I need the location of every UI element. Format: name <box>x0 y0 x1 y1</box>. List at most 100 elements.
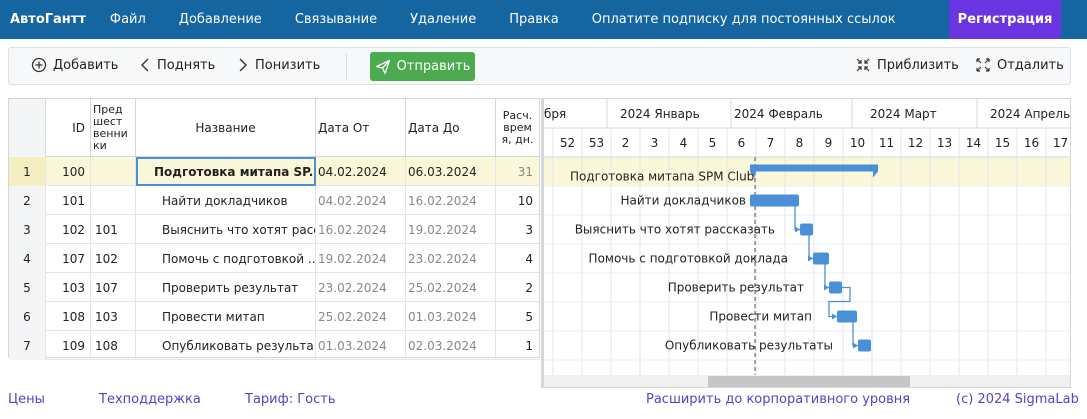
collapse-arrows-icon <box>856 58 870 72</box>
menu-subscribe[interactable]: Оплатите подписку для постоянных ссылок <box>592 12 896 27</box>
add-button-label: Добавить <box>53 57 119 73</box>
gantt-bar-label: Провести митап <box>709 310 812 324</box>
gantt-bar-label: Выяснить что хотят рассказать <box>575 223 775 237</box>
cell-dur[interactable]: 31 <box>496 157 539 186</box>
cell-name[interactable]: Найти докладчиков <box>136 186 316 215</box>
cell-name[interactable]: Помочь с подготовкой ... <box>136 244 316 273</box>
scrollbar-thumb[interactable] <box>708 376 910 387</box>
send-button-label: Отправить <box>396 59 471 74</box>
gantt-arrow-head <box>795 226 800 233</box>
header-date-to[interactable]: Дата До <box>406 99 496 157</box>
lower-button-label: Понизить <box>255 57 321 73</box>
menu-add[interactable]: Добавление <box>179 12 262 27</box>
cell-dur[interactable]: 4 <box>496 244 539 273</box>
footer-support-link[interactable]: Техподдержка <box>99 392 201 407</box>
gantt-week-label: 9 <box>825 136 833 150</box>
table-row[interactable]: 3 102 101 Выяснить что хотят расс... 16.02.2… <box>9 215 539 244</box>
cell-id[interactable]: 102 <box>46 215 91 244</box>
cell-id[interactable]: 100 <box>46 157 91 186</box>
table-row[interactable]: 1 100 Подготовка митапа SP... 04.02.2024 06.… <box>9 157 539 186</box>
cell-dur[interactable]: 5 <box>496 302 539 331</box>
header-duration[interactable]: Расч. врем я, дн. <box>496 99 539 157</box>
menu-edit[interactable]: Правка <box>509 12 558 27</box>
register-button[interactable]: Регистрация <box>949 0 1061 39</box>
cell-from[interactable]: 01.03.2024 <box>316 331 406 360</box>
horizontal-scrollbar[interactable] <box>544 375 1070 387</box>
cell-to[interactable]: 19.02.2024 <box>406 215 496 244</box>
table-row[interactable]: 2 101 Найти докладчиков 04.02.2024 16.02.202… <box>9 186 539 215</box>
cell-dur[interactable]: 3 <box>496 215 539 244</box>
cell-name[interactable]: Подготовка митапа SP... <box>136 157 316 186</box>
plus-circle-icon <box>31 57 47 73</box>
gantt-week-label: 52 <box>560 136 575 150</box>
cell-dur[interactable]: 1 <box>496 331 539 360</box>
cell-name[interactable]: Выяснить что хотят расс... <box>136 215 316 244</box>
cell-pred[interactable] <box>91 157 136 186</box>
cell-num[interactable]: 3 <box>9 215 46 244</box>
cell-to[interactable]: 23.02.2024 <box>406 244 496 273</box>
cell-pred[interactable] <box>91 186 136 215</box>
cell-id[interactable]: 108 <box>46 302 91 331</box>
table-row[interactable]: 7 109 108 Опубликовать результа... 01.03.202… <box>9 331 539 360</box>
cell-from[interactable]: 25.02.2024 <box>316 302 406 331</box>
cell-pred[interactable]: 108 <box>91 331 136 360</box>
footer: Цены Техподдержка Тариф: Гость Расширить… <box>0 392 1087 414</box>
add-button[interactable]: Добавить <box>31 57 118 73</box>
footer-upgrade-link[interactable]: Расширить до корпоративного уровня <box>646 392 910 407</box>
raise-button[interactable]: Поднять <box>139 57 215 73</box>
cell-id[interactable]: 101 <box>46 186 91 215</box>
table-row[interactable]: 6 108 103 Провести митап 25.02.2024 01.03.202… <box>9 302 539 331</box>
gantt-week-label: 53 <box>589 136 604 150</box>
cell-name[interactable]: Провести митап <box>136 302 316 331</box>
footer-tariff-link[interactable]: Тариф: Гость <box>245 392 336 407</box>
cell-to[interactable]: 02.03.2024 <box>406 331 496 360</box>
gantt-bar-label: Проверить результат <box>668 281 804 295</box>
cell-from[interactable]: 04.02.2024 <box>316 157 406 186</box>
cell-id[interactable]: 109 <box>46 331 91 360</box>
footer-prices-link[interactable]: Цены <box>8 392 45 407</box>
cell-name[interactable]: Проверить результат <box>136 273 316 302</box>
send-button[interactable]: Отправить <box>370 52 475 81</box>
cell-to[interactable]: 06.03.2024 <box>406 157 496 186</box>
cell-dur[interactable]: 10 <box>496 186 539 215</box>
gantt-task-bar <box>858 339 871 352</box>
cell-num[interactable]: 7 <box>9 331 46 360</box>
cell-pred[interactable]: 101 <box>91 215 136 244</box>
cell-to[interactable]: 16.02.2024 <box>406 186 496 215</box>
app-logo[interactable]: АвтоГантт <box>10 12 86 27</box>
cell-pred[interactable]: 107 <box>91 273 136 302</box>
cell-to[interactable]: 25.02.2024 <box>406 273 496 302</box>
cell-from[interactable]: 23.02.2024 <box>316 273 406 302</box>
menu-delete[interactable]: Удаление <box>410 12 476 27</box>
table-row[interactable]: 4 107 102 Помочь с подготовкой ... 19.02.202… <box>9 244 539 273</box>
header-date-from[interactable]: Дата От <box>316 99 406 157</box>
header-name[interactable]: Название <box>136 99 316 157</box>
cell-pred[interactable]: 103 <box>91 302 136 331</box>
cell-pred[interactable]: 102 <box>91 244 136 273</box>
table-row[interactable]: 5 103 107 Проверить результат 23.02.2024 25.0… <box>9 273 539 302</box>
cell-from[interactable]: 16.02.2024 <box>316 215 406 244</box>
cell-to[interactable]: 01.03.2024 <box>406 302 496 331</box>
cell-num[interactable]: 4 <box>9 244 46 273</box>
zoom-in-button[interactable]: Приблизить <box>855 57 959 73</box>
cell-num[interactable]: 5 <box>9 273 46 302</box>
cell-id[interactable]: 103 <box>46 273 91 302</box>
lower-button[interactable]: Понизить <box>237 57 320 73</box>
cell-id[interactable]: 107 <box>46 244 91 273</box>
cell-from[interactable]: 19.02.2024 <box>316 244 406 273</box>
cell-num[interactable]: 2 <box>9 186 46 215</box>
gantt-arrow-head <box>832 313 837 320</box>
cell-dur[interactable]: 2 <box>496 273 539 302</box>
cell-from[interactable]: 04.02.2024 <box>316 186 406 215</box>
gantt-month-label: 2024 Апрель <box>990 107 1070 121</box>
header-predecessors[interactable]: Пред шест венни ки <box>91 99 136 157</box>
header-id[interactable]: ID <box>46 99 91 157</box>
cell-name[interactable]: Опубликовать результа... <box>136 331 316 360</box>
menu-link[interactable]: Связывание <box>295 12 377 27</box>
gantt-month-label: бря <box>544 107 566 121</box>
gantt-dependency-arrow <box>852 322 858 347</box>
cell-num[interactable]: 1 <box>9 157 46 186</box>
zoom-out-button[interactable]: Отдалить <box>975 57 1064 73</box>
menu-file[interactable]: Файл <box>110 12 146 27</box>
cell-num[interactable]: 6 <box>9 302 46 331</box>
